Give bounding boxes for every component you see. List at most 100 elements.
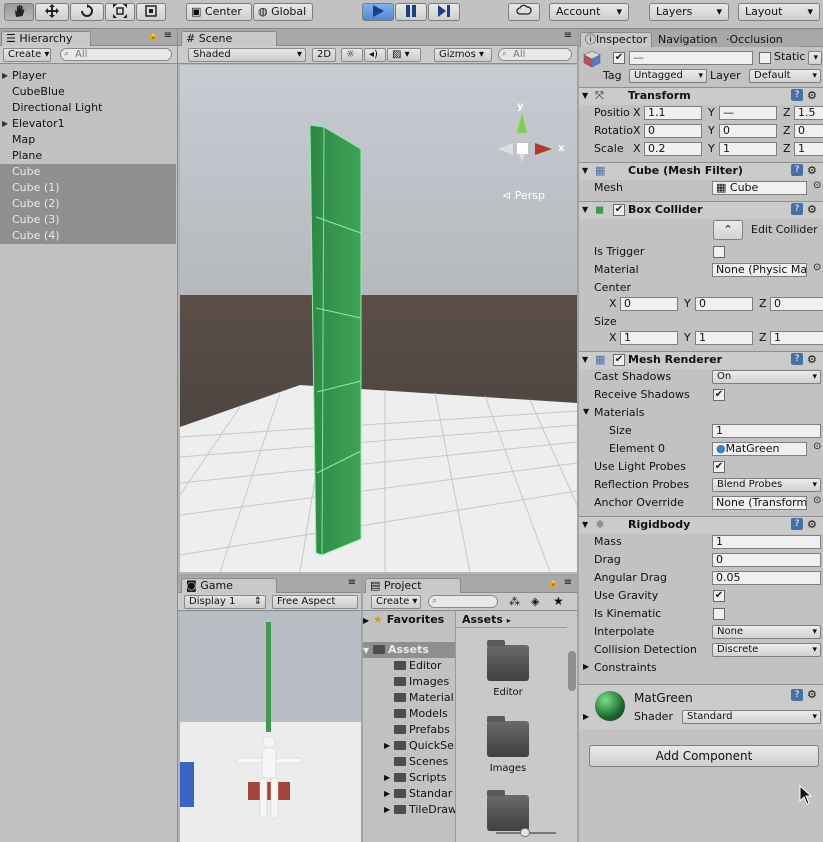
lock-icon[interactable]: 🔒 [148, 31, 159, 41]
assets-folder-item[interactable]: ▼ Assets [363, 642, 455, 658]
vector-x-field[interactable]: 1 [620, 331, 678, 345]
object-name-field[interactable]: — [629, 51, 753, 65]
object-picker-icon[interactable]: ⊙ [813, 180, 821, 191]
effects-dropdown[interactable]: ▨ ▾ [387, 48, 421, 62]
vector-z-field[interactable]: 0 [770, 297, 823, 311]
materials-size-field[interactable]: 1 [712, 424, 821, 438]
gear-icon[interactable]: ⚙ [807, 163, 817, 179]
gear-icon[interactable]: ⚙ [807, 202, 817, 218]
vector-z-field[interactable]: 0 [794, 124, 823, 138]
display-dropdown[interactable]: Display 1 ⇕ [184, 595, 266, 609]
layers-dropdown[interactable]: Layers ▾ [649, 3, 729, 21]
gear-icon[interactable]: ⚙ [807, 517, 817, 533]
hierarchy-item[interactable]: Cube [0, 164, 176, 180]
vector-y-field[interactable]: 0 [719, 124, 777, 138]
project-search-input[interactable]: ⌕ [428, 595, 498, 608]
project-create-button[interactable]: Create ▾ [371, 595, 421, 609]
box-collider-header[interactable]: ▼ ◼ ✔ Box Collider ? ⚙ [579, 201, 823, 219]
pause-button[interactable] [395, 3, 427, 21]
hierarchy-item[interactable]: Directional Light [0, 100, 176, 116]
lock-icon[interactable]: 🔒 [548, 578, 559, 588]
object-picker-icon[interactable]: ⊙ [813, 441, 821, 452]
help-icon[interactable]: ? [791, 353, 803, 365]
gear-icon[interactable]: ⚙ [807, 352, 817, 368]
static-checkbox[interactable] [759, 52, 771, 64]
vector-z-field[interactable]: 1 [794, 142, 823, 156]
expand-arrow-icon[interactable]: ▶ [2, 116, 8, 132]
vector-z-field[interactable]: 1 [770, 331, 823, 345]
mesh-filter-header[interactable]: ▼ ▦ Cube (Mesh Filter) ? ⚙ [579, 162, 823, 180]
collision-detection-dropdown[interactable]: Discrete [712, 643, 821, 657]
expand-arrow-icon[interactable]: ▶ [2, 68, 8, 84]
tab-occlusion[interactable]: ·Occlusion [721, 32, 801, 47]
hierarchy-item[interactable]: ▶ Player [0, 68, 176, 84]
hierarchy-item[interactable]: CubeBlue [0, 84, 176, 100]
tab-scene[interactable]: # Scene [181, 31, 277, 46]
tab-project[interactable]: ▤ Project [365, 578, 461, 593]
object-picker-icon[interactable]: ⊙ [813, 495, 821, 506]
asset-item-folder[interactable] [473, 790, 543, 837]
shading-mode-dropdown[interactable]: Shaded ▾ [188, 48, 306, 62]
scene-search-input[interactable]: ⌕ All [498, 48, 572, 61]
filter-label-icon[interactable]: ◈ [531, 595, 539, 608]
move-tool-button[interactable] [35, 3, 69, 21]
hierarchy-item[interactable]: ▶ Elevator1 [0, 116, 176, 132]
favorites-item[interactable]: ▶ ★ Favorites [363, 612, 455, 628]
zoom-slider-thumb[interactable] [520, 828, 530, 837]
help-icon[interactable]: ? [791, 164, 803, 176]
panel-menu-icon[interactable]: ≡ [348, 577, 356, 588]
space-toggle-button[interactable]: ◍ Global [253, 3, 313, 21]
mesh-renderer-header[interactable]: ▼ ▦ ✔ Mesh Renderer ? ⚙ [579, 351, 823, 369]
shader-dropdown[interactable]: Standard [682, 710, 821, 724]
star-icon[interactable]: ★ [553, 594, 564, 608]
help-icon[interactable]: ? [791, 89, 803, 101]
cast-shadows-dropdown[interactable]: On [712, 370, 821, 384]
use-gravity-checkbox[interactable]: ✔ [713, 590, 725, 602]
vector-y-field[interactable]: 1 [695, 331, 753, 345]
tab-game[interactable]: ◙ Game [181, 578, 277, 593]
tab-hierarchy[interactable]: ☰ Hierarchy [1, 31, 91, 46]
account-dropdown[interactable]: Account ▾ [549, 3, 629, 21]
gear-icon[interactable]: ⚙ [807, 88, 817, 104]
rigidbody-header[interactable]: ▼ ⚛ Rigidbody ? ⚙ [579, 516, 823, 534]
vector-y-field[interactable]: 1 [719, 142, 777, 156]
asset-item-editor[interactable]: Editor [473, 640, 543, 698]
reflection-probes-dropdown[interactable]: Blend Probes [712, 478, 821, 492]
play-button[interactable] [362, 3, 394, 21]
vector-y-field[interactable]: — [719, 106, 777, 120]
panel-menu-icon[interactable]: ≡ [564, 30, 572, 41]
hierarchy-search-input[interactable]: ⌕ All [60, 48, 172, 61]
scene-viewport[interactable]: y x ⊲ Persp [180, 65, 577, 572]
pivot-toggle-button[interactable]: ▣ Center [186, 3, 252, 21]
expand-arrow-icon[interactable]: ▶ [583, 712, 589, 721]
expand-arrow-icon[interactable]: ▶ [384, 770, 390, 786]
active-checkbox[interactable]: ✔ [613, 52, 625, 64]
audio-toggle[interactable]: ◂) [364, 48, 386, 62]
tab-inspector[interactable]: ⓘInspector [580, 32, 652, 47]
hierarchy-item[interactable]: Plane [0, 148, 176, 164]
expand-arrow-icon[interactable]: ▼ [583, 407, 589, 416]
hierarchy-item[interactable]: Cube (2) [0, 196, 176, 212]
hierarchy-item[interactable]: Map [0, 132, 176, 148]
mass-field[interactable]: 1 [712, 535, 821, 549]
box-collider-enabled-checkbox[interactable]: ✔ [613, 204, 625, 216]
panel-menu-icon[interactable]: ≡ [164, 30, 172, 41]
aspect-dropdown[interactable]: Free Aspect [272, 595, 358, 609]
mesh-field[interactable]: ▦ Cube [712, 181, 807, 195]
physic-material-field[interactable]: None (Physic Ma [712, 263, 807, 277]
hierarchy-create-button[interactable]: Create ▾ [3, 48, 51, 62]
rect-tool-button[interactable] [136, 3, 166, 21]
help-icon[interactable]: ? [791, 689, 803, 701]
hierarchy-item[interactable]: Cube (4) [0, 228, 176, 244]
game-viewport[interactable] [180, 612, 361, 842]
vector-y-field[interactable]: 0 [695, 297, 753, 311]
rotate-tool-button[interactable] [70, 3, 104, 21]
vector-x-field[interactable]: 0 [620, 297, 678, 311]
vector-z-field[interactable]: 1.5 [794, 106, 823, 120]
hierarchy-item[interactable]: Cube (1) [0, 180, 176, 196]
hand-tool-button[interactable] [4, 3, 34, 21]
interpolate-dropdown[interactable]: None [712, 625, 821, 639]
expand-arrow-icon[interactable]: ▶ [384, 786, 390, 802]
vector-x-field[interactable]: 0 [644, 124, 702, 138]
gizmos-dropdown[interactable]: Gizmos ▾ [434, 48, 492, 62]
